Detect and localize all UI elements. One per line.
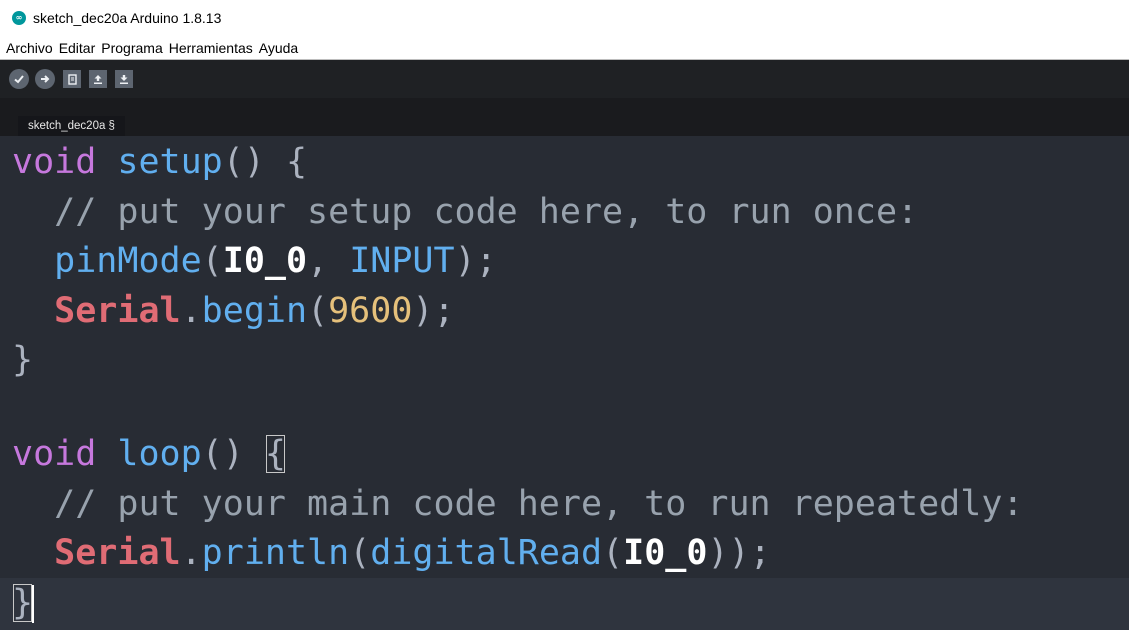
punctuation: () [201,434,265,474]
comment: // put your main code here, to run repea… [54,484,1024,524]
code-line-9: Serial.println(digitalRead(I0_0)); [12,528,771,578]
new-icon [68,74,77,85]
verify-icon [14,75,24,84]
function-digitalread: digitalRead [370,533,603,573]
menu-bar: Archivo Editar Programa Herramientas Ayu… [0,36,1129,60]
code-line-7: void loop() { [12,429,286,479]
punctuation: . [180,533,202,573]
toolbar [0,60,1129,98]
constant-io: I0_0 [222,241,308,281]
function-setup: setup [117,142,223,182]
punctuation: ); [412,291,455,331]
tab-sketch-dec20a[interactable]: sketch_dec20a § [18,116,125,136]
window-title: sketch_dec20a Arduino 1.8.13 [33,10,222,26]
number-literal: 9600 [328,291,413,331]
verify-button[interactable] [9,69,29,89]
keyword-void: void [12,142,97,182]
code-line-4: Serial.begin(9600); [12,286,455,336]
title-bar: ∞ sketch_dec20a Arduino 1.8.13 [0,0,1129,36]
function-println: println [201,533,350,573]
punctuation: , [307,241,350,281]
code-line-1: void setup() { [12,137,307,187]
tab-bar: sketch_dec20a § [0,98,1129,136]
menu-archivo[interactable]: Archivo [5,40,54,56]
text-caret [32,585,35,623]
punctuation: ); [454,241,497,281]
comment: // put your setup code here, to run once… [54,192,919,232]
function-begin: begin [201,291,308,331]
punctuation: ( [602,533,624,573]
punctuation: ( [307,291,329,331]
menu-editar[interactable]: Editar [58,40,97,56]
class-serial: Serial [54,291,181,331]
class-serial: Serial [54,533,181,573]
punctuation: ( [201,241,223,281]
menu-programa[interactable]: Programa [100,40,163,56]
upload-icon [41,75,50,83]
arduino-ide-window: ∞ sketch_dec20a Arduino 1.8.13 Archivo E… [0,0,1129,630]
code-line-3: pinMode(I0_0, INPUT); [12,236,497,286]
menu-ayuda[interactable]: Ayuda [258,40,299,56]
closing-brace: } [12,340,34,380]
current-line-highlight [0,578,1129,630]
new-sketch-button[interactable] [63,70,81,88]
function-pinmode: pinMode [54,241,202,281]
keyword-void: void [12,434,97,474]
punctuation: )); [707,533,771,573]
upload-button[interactable] [35,69,55,89]
code-line-8: // put your main code here, to run repea… [12,479,1023,529]
code-line-2: // put your setup code here, to run once… [12,187,918,237]
save-sketch-button[interactable] [115,70,133,88]
arduino-logo-icon: ∞ [12,11,26,25]
code-editor[interactable]: void setup() { // put your setup code he… [0,136,1129,630]
save-icon [120,75,128,84]
open-sketch-button[interactable] [89,70,107,88]
arduino-logo-glyph: ∞ [15,13,23,22]
punctuation: . [180,291,202,331]
open-icon [94,75,102,84]
code-line-5: } [12,335,33,385]
punctuation: () { [222,142,308,182]
matched-brace: } [12,583,34,623]
punctuation: ( [349,533,371,573]
constant-io: I0_0 [623,533,708,573]
constant-input: INPUT [349,241,455,281]
code-line-10: } [12,578,35,628]
function-loop: loop [117,434,202,474]
menu-herramientas[interactable]: Herramientas [168,40,254,56]
matched-brace: { [264,434,286,474]
